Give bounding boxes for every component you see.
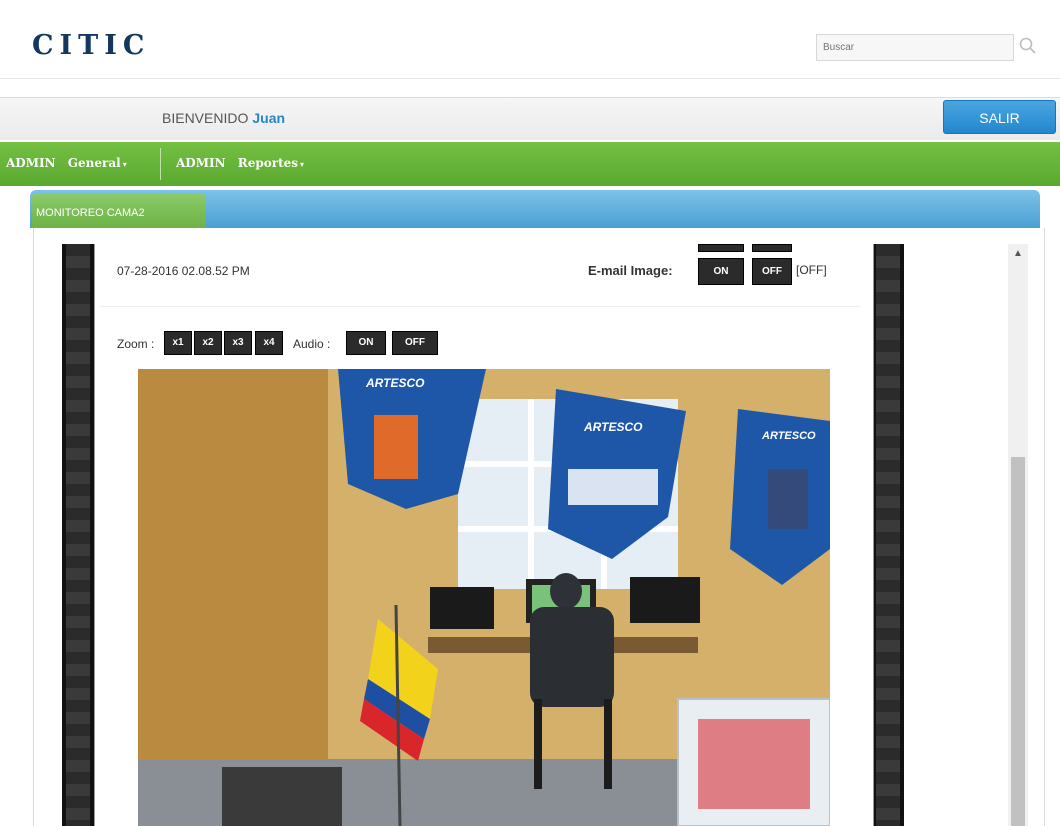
cut-off-control [698, 244, 744, 252]
banner-brand-text: ARTESCO [365, 376, 425, 390]
film-border-left [62, 244, 94, 826]
nav-role-label: ADMIN [6, 156, 56, 170]
audio-label: Audio : [293, 337, 331, 351]
nav-role-label: ADMIN [176, 156, 226, 170]
audio-on-button[interactable]: ON [346, 331, 386, 355]
welcome-bar: BIENVENIDO Juan [0, 97, 1060, 140]
divider [100, 306, 860, 307]
zoom-x4-button[interactable]: x4 [255, 331, 283, 355]
user-name: Juan [252, 110, 286, 126]
citic-logo[interactable]: CITIC [32, 30, 150, 61]
email-off-button[interactable]: OFF [752, 258, 792, 285]
zoom-x2-button[interactable]: x2 [194, 331, 222, 355]
zoom-x3-button[interactable]: x3 [224, 331, 252, 355]
camera-timestamp: 07-28-2016 02.08.52 PM [117, 264, 250, 278]
welcome-message: BIENVENIDO Juan [162, 110, 285, 126]
zoom-label: Zoom : [117, 337, 155, 351]
banner-brand-text: ARTESCO [583, 420, 643, 434]
main-nav: ADMIN General ▾ ADMIN Reportes ▾ [0, 142, 1060, 186]
nav-separator [160, 148, 161, 180]
caret-down-icon: ▾ [122, 159, 127, 169]
search-input[interactable] [816, 34, 1014, 61]
nav-item-label: General [67, 156, 121, 170]
audio-off-button[interactable]: OFF [392, 331, 438, 355]
film-border-right [872, 244, 904, 826]
zoom-x1-button[interactable]: x1 [164, 331, 192, 355]
top-header: CITIC [0, 0, 1060, 79]
nav-item-label: Reportes [237, 156, 299, 170]
tab-monitoreo-cama2[interactable]: MONITOREO CAMA2 [32, 194, 206, 228]
logout-button[interactable]: SALIR [943, 100, 1056, 134]
banner-brand-text: ARTESCO [761, 430, 816, 442]
cut-off-control [752, 244, 792, 252]
camera-feed-image: ARTESCO ARTESCO ARTESCO [138, 369, 830, 826]
scroll-up-arrow-icon[interactable]: ▲ [1008, 244, 1028, 264]
email-on-button[interactable]: ON [698, 258, 744, 285]
welcome-greeting: BIENVENIDO [162, 110, 249, 126]
caret-down-icon: ▾ [300, 159, 305, 169]
nav-admin-general[interactable]: ADMIN General ▾ [6, 156, 127, 170]
scrollbar-thumb[interactable] [1011, 457, 1025, 826]
search-icon[interactable] [1018, 36, 1038, 56]
vertical-scrollbar[interactable]: ▲ [1008, 244, 1028, 826]
email-status: [OFF] [796, 263, 827, 277]
email-image-label: E-mail Image: [588, 263, 673, 278]
nav-admin-reportes[interactable]: ADMIN Reportes ▾ [176, 156, 304, 170]
